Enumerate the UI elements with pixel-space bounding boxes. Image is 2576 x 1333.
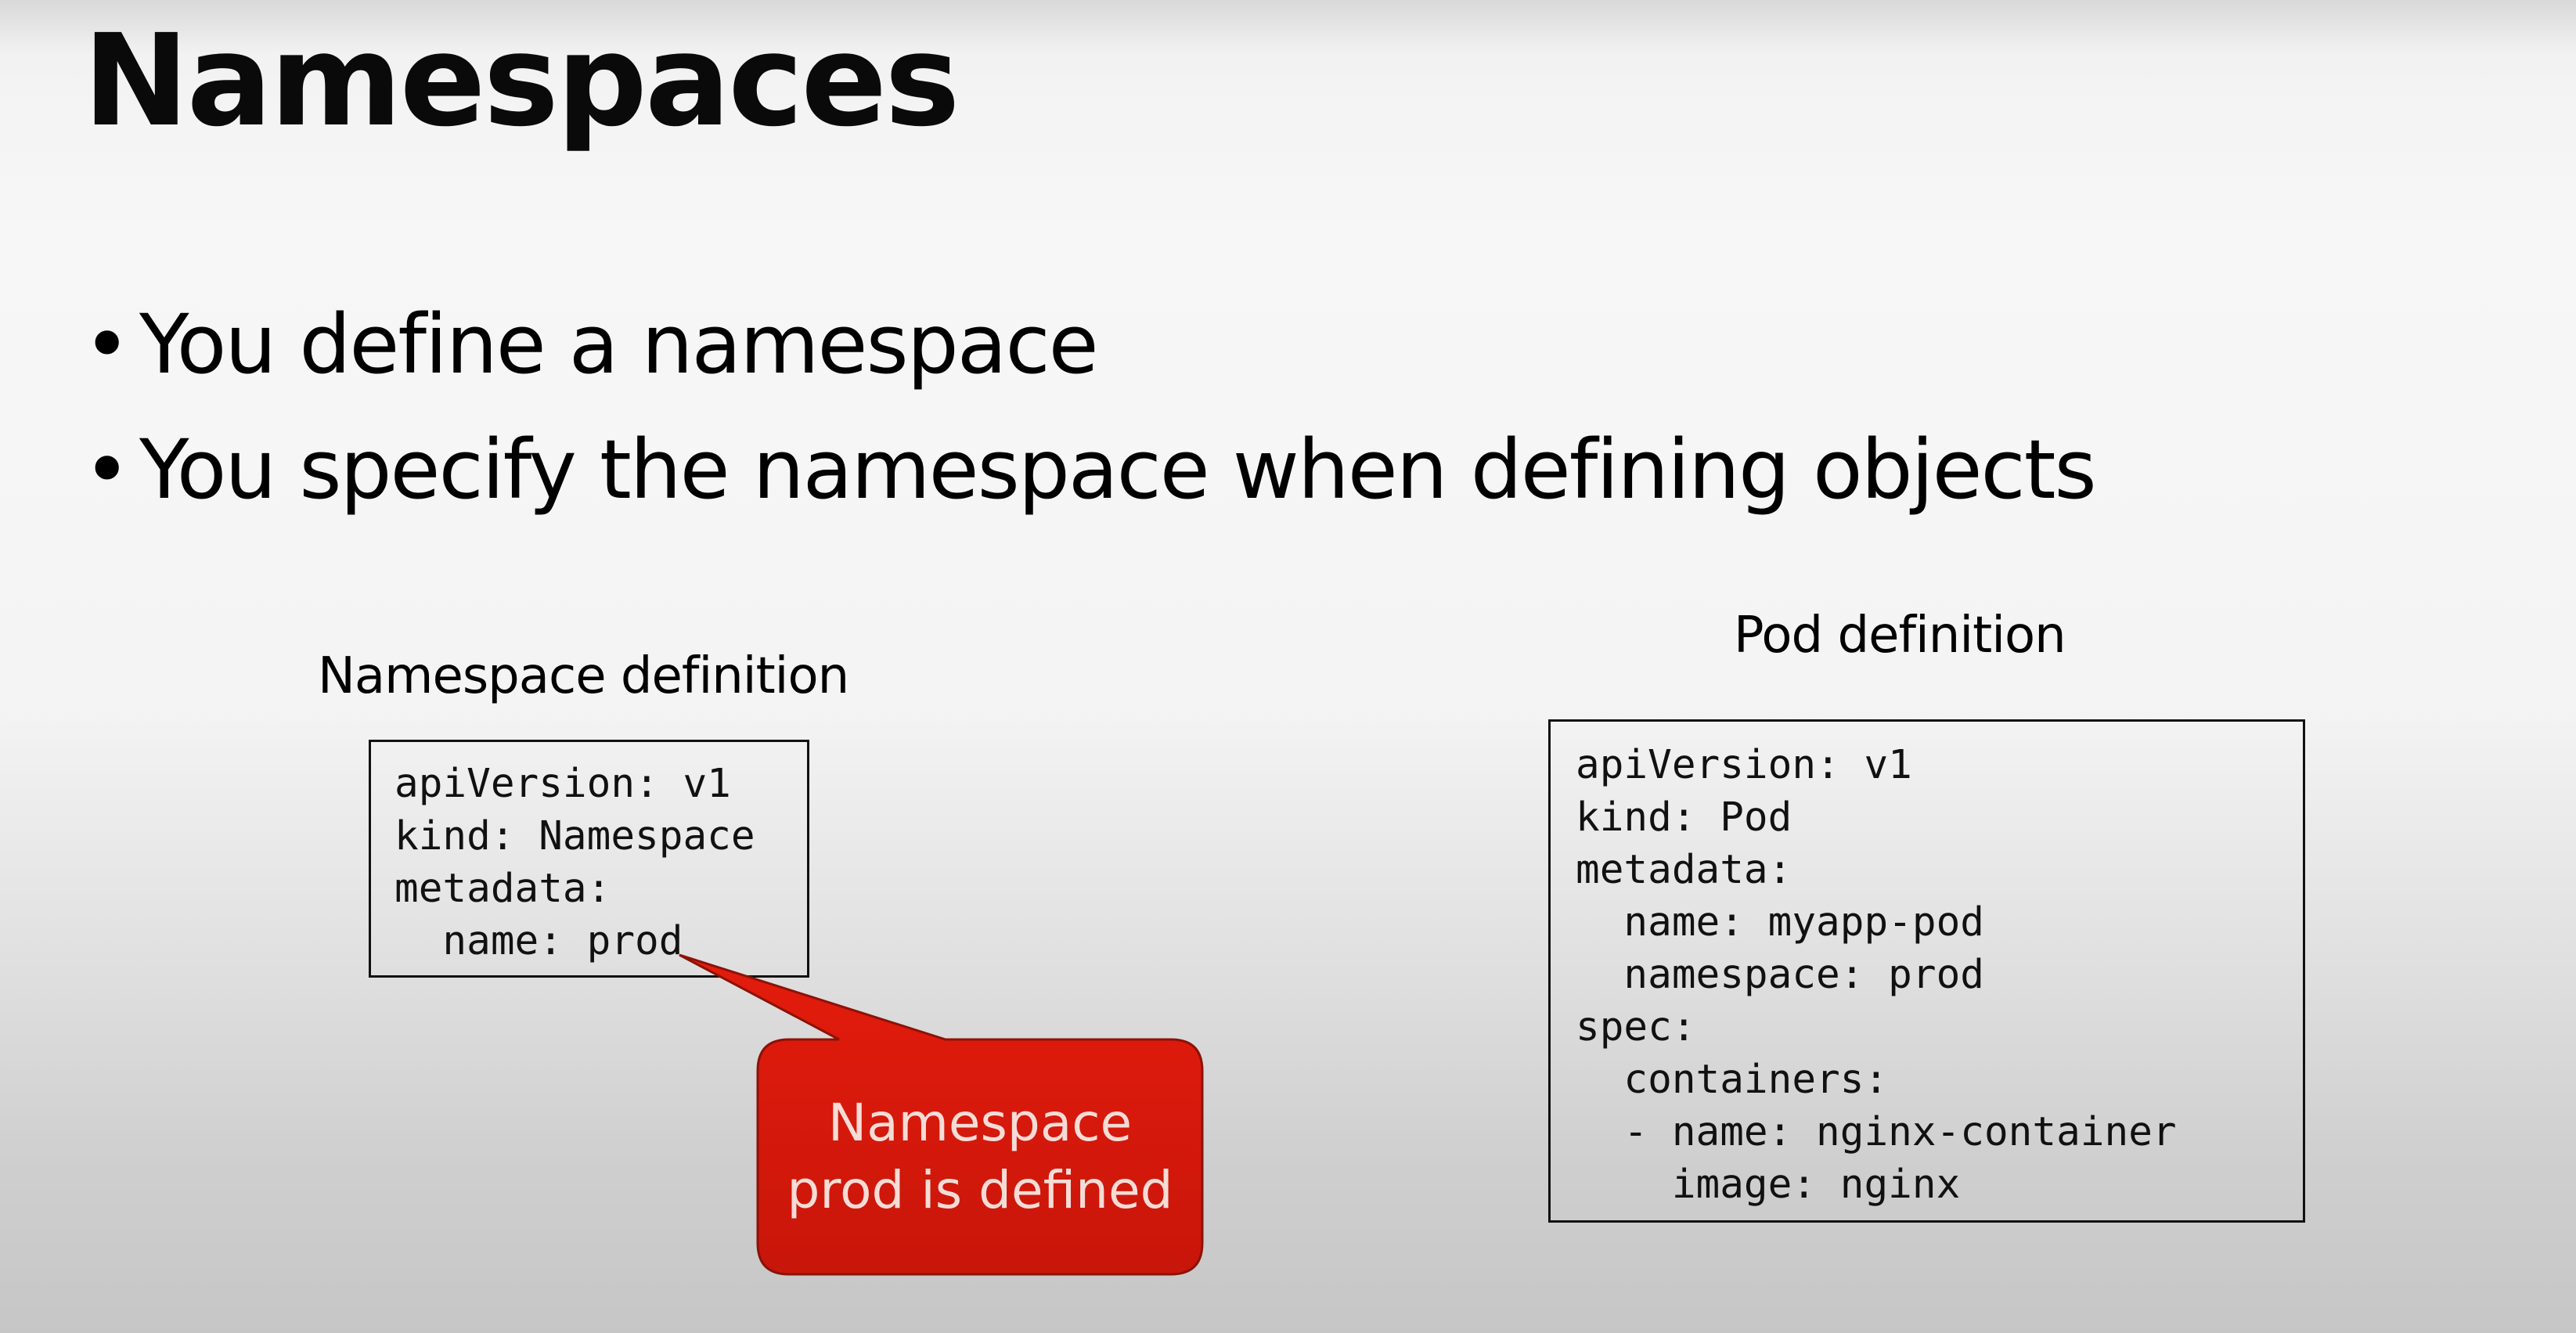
callout-bubble [679,953,1204,1276]
callout-line: prod is defined [787,1160,1173,1220]
callout-text: Namespace prod is defined [758,1039,1202,1274]
callout-line: Namespace [827,1093,1133,1153]
